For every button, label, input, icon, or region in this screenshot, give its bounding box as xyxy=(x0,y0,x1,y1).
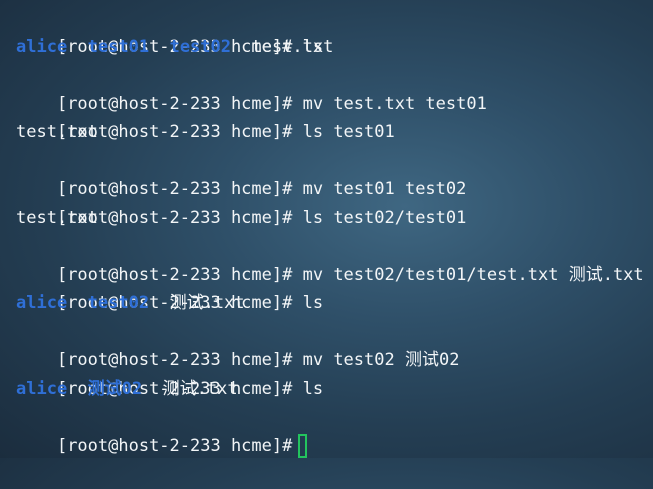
terminal-line-listing: alice test02 测试.txt xyxy=(16,289,653,318)
file-entry: 测试.txt xyxy=(162,378,238,399)
terminal-line-command: [root@host-2-233 hcme]# mv test02 测试02 xyxy=(16,318,653,370)
terminal-line-command: [root@host-2-233 hcme]# mv test.txt test… xyxy=(16,61,653,114)
terminal-line-command: [root@host-2-233 hcme]# mv test01 test02 xyxy=(16,147,653,199)
shell-prompt: [root@host-2-233 hcme]# xyxy=(56,435,293,456)
terminal-line-command: [root@host-2-233 hcme]# ls xyxy=(16,4,653,57)
shell-prompt: [root@host-2-233 hcme]# xyxy=(56,93,293,114)
terminal-window[interactable]: [root@host-2-233 hcme]# ls alice test01 … xyxy=(0,0,653,458)
command-text: ls xyxy=(302,293,324,313)
shell-prompt: [root@host-2-233 hcme]# xyxy=(56,264,293,285)
directory-entry: alice xyxy=(16,378,68,399)
command-text: mv test02 测试02 xyxy=(302,350,460,370)
text-cursor[interactable] xyxy=(298,433,308,458)
command-output: test.txt xyxy=(16,122,98,142)
terminal-line-prompt[interactable]: [root@host-2-233 hcme]# xyxy=(16,403,653,458)
file-entry: test.txt xyxy=(251,36,334,57)
command-text: ls test02/test01 xyxy=(302,207,467,228)
command-text: mv test01 test02 xyxy=(302,179,467,199)
directory-entry: test02 xyxy=(87,293,150,313)
directory-entry: alice xyxy=(16,36,68,57)
terminal-line-listing: alice test01 test02 test.txt xyxy=(16,33,653,62)
directory-entry: test02 xyxy=(169,36,231,57)
terminal-line-listing: alice 测试02 测试.txt xyxy=(16,375,653,404)
command-text: mv test.txt test01 xyxy=(302,93,487,114)
shell-prompt: [root@host-2-233 hcme]# xyxy=(56,350,293,370)
directory-entry: test01 xyxy=(87,36,150,57)
command-text: ls test01 xyxy=(302,122,395,142)
command-output: test.txt xyxy=(16,207,98,228)
terminal-line-command: [root@host-2-233 hcme]# mv test02/test01… xyxy=(16,232,653,285)
shell-prompt: [root@host-2-233 hcme]# xyxy=(56,179,293,199)
file-entry: 测试.txt xyxy=(169,293,245,313)
directory-entry: alice xyxy=(16,293,68,313)
command-text: ls xyxy=(302,378,324,399)
directory-entry: 测试02 xyxy=(87,378,143,399)
command-text: mv test02/test01/test.txt 测试.txt xyxy=(302,264,644,285)
